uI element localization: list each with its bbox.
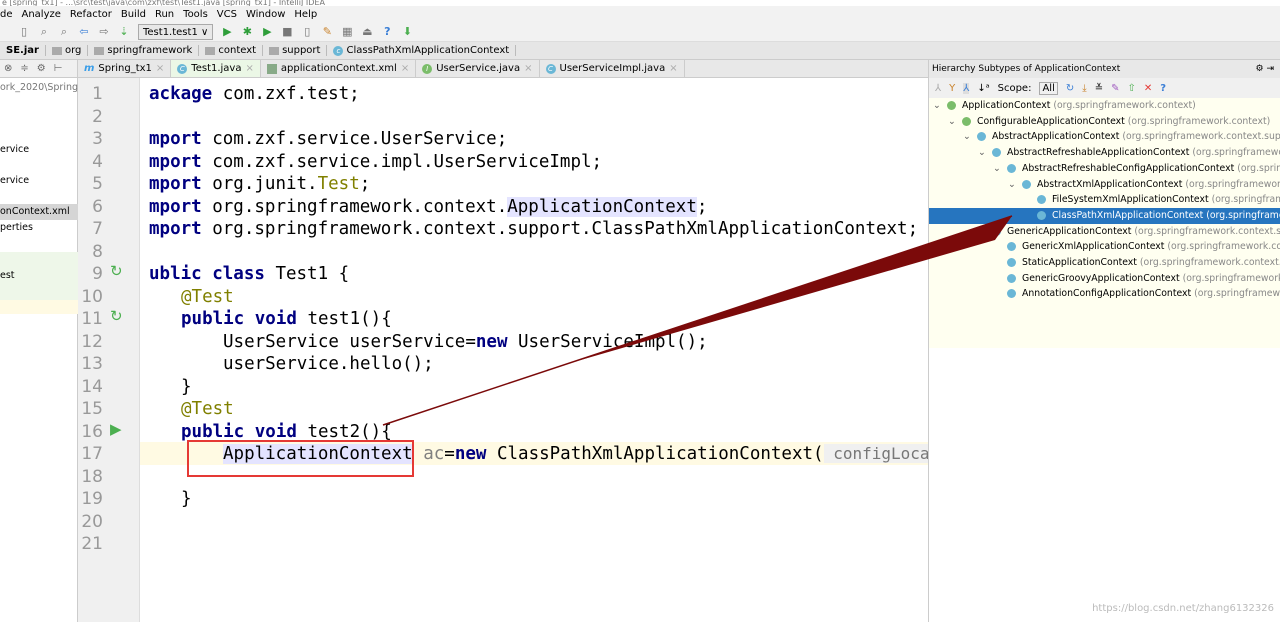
annotation-box (187, 440, 414, 477)
watermark: https://blog.csdn.net/zhang6132326 (1092, 603, 1274, 614)
annotation-overlay (187, 215, 1013, 477)
